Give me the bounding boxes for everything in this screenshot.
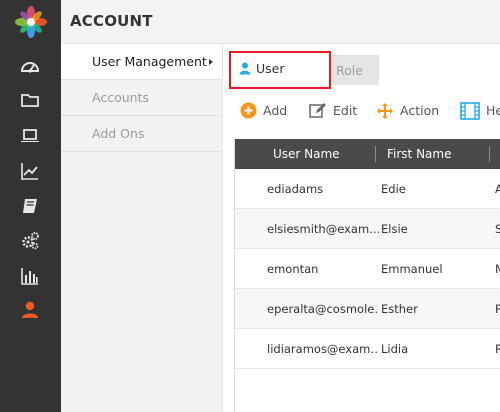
- edit-button[interactable]: Edit: [309, 96, 357, 124]
- left-icon-rail: [0, 0, 61, 412]
- plus-circle-icon: [240, 102, 257, 119]
- table-row[interactable]: elsiesmith@exam… Elsie S: [235, 209, 500, 249]
- help-button[interactable]: Help: [460, 96, 500, 124]
- table-header: User Name First Name: [235, 139, 500, 169]
- edit-button-label: Edit: [333, 102, 358, 118]
- table-row[interactable]: eperalta@cosmole… Esther P: [235, 289, 500, 329]
- cell-first-name: Edie: [381, 182, 406, 196]
- table-row[interactable]: ediadams Edie A: [235, 169, 500, 209]
- add-button-label: Add: [263, 102, 288, 118]
- edit-icon: [309, 103, 326, 118]
- cell-last-name: R: [495, 342, 500, 356]
- user-icon[interactable]: [19, 299, 41, 321]
- column-divider[interactable]: [375, 146, 376, 162]
- cell-last-name: M: [495, 262, 500, 276]
- add-button[interactable]: Add: [240, 96, 287, 124]
- top-header: ACCOUNT: [61, 0, 500, 44]
- cell-first-name: Lidia: [381, 342, 409, 356]
- submenu-item-accounts[interactable]: Accounts: [61, 80, 222, 116]
- gears-icon[interactable]: [19, 230, 41, 252]
- tab-role-label: Role: [336, 62, 363, 78]
- submenu-item-user-management[interactable]: User Management: [61, 44, 222, 80]
- column-header-first-name[interactable]: First Name: [387, 139, 451, 169]
- secondary-menu: User Management Accounts Add Ons: [61, 44, 222, 412]
- tab-user[interactable]: User: [229, 51, 331, 89]
- cell-first-name: Elsie: [381, 222, 408, 236]
- action-button[interactable]: Action: [376, 96, 439, 124]
- toolbar: Add Edit Action Help: [223, 96, 500, 124]
- submenu-item-add-ons[interactable]: Add Ons: [61, 116, 222, 152]
- trend-chart-icon[interactable]: [19, 160, 41, 182]
- main-content: Role User Add Edit Action Help User Name…: [222, 44, 500, 412]
- column-header-user-name[interactable]: User Name: [273, 139, 340, 169]
- action-button-label: Action: [400, 102, 440, 118]
- cell-first-name: Esther: [381, 302, 418, 316]
- column-divider[interactable]: [489, 146, 490, 162]
- laptop-icon[interactable]: [19, 125, 41, 147]
- cell-last-name: A: [495, 182, 500, 196]
- cell-user-name: eperalta@cosmole…: [267, 302, 379, 316]
- book-icon[interactable]: [19, 195, 41, 217]
- tab-user-label: User: [256, 60, 285, 76]
- move-arrows-icon: [377, 102, 393, 119]
- cell-last-name: S: [495, 222, 500, 236]
- film-strip-icon: [460, 101, 480, 120]
- page-title: ACCOUNT: [70, 12, 153, 30]
- help-button-label: Help: [486, 102, 500, 118]
- folder-icon[interactable]: [19, 89, 41, 111]
- submenu-item-label: Accounts: [92, 90, 149, 105]
- cell-user-name: emontan: [267, 262, 319, 276]
- cell-user-name: ediadams: [267, 182, 324, 196]
- users-table: User Name First Name ediadams Edie A els…: [234, 139, 500, 412]
- table-row[interactable]: emontan Emmanuel M: [235, 249, 500, 289]
- bar-chart-icon[interactable]: [19, 265, 41, 287]
- table-row[interactable]: lidiaramos@exam… Lidia R: [235, 329, 500, 369]
- cell-user-name: lidiaramos@exam…: [267, 342, 379, 356]
- caret-right-icon: [209, 59, 213, 65]
- cell-user-name: elsiesmith@exam…: [267, 222, 379, 236]
- cell-first-name: Emmanuel: [381, 262, 443, 276]
- dashboard-icon[interactable]: [19, 56, 41, 78]
- user-icon: [239, 62, 251, 75]
- submenu-item-label: Add Ons: [92, 126, 145, 141]
- cell-last-name: P: [495, 302, 500, 316]
- app-logo-icon[interactable]: [14, 5, 48, 39]
- submenu-item-label: User Management: [92, 54, 207, 69]
